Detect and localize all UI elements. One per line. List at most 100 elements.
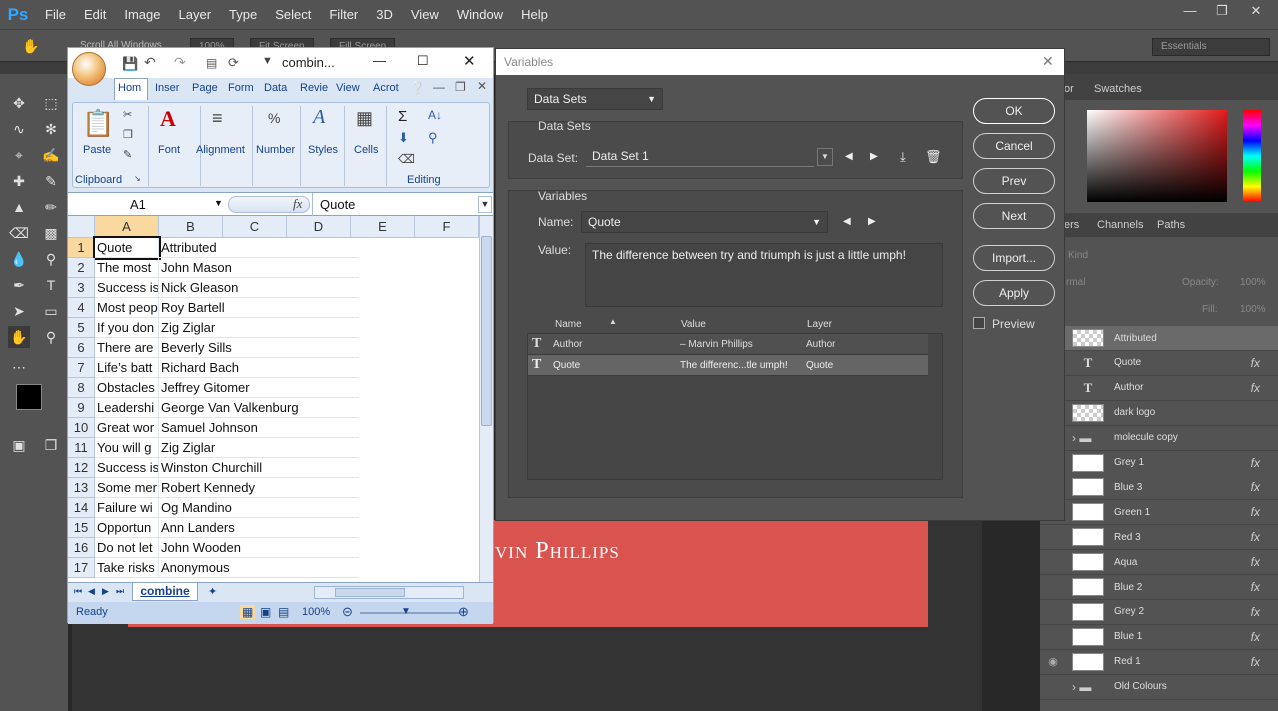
layer-row[interactable]: Blue 1 fx [1040,624,1278,650]
cell-b[interactable]: Og Mandino [159,498,359,518]
preview-checkbox[interactable] [973,317,985,329]
cell-a[interactable]: Success is [95,278,159,298]
row-header[interactable]: 6 [68,338,95,358]
excel-close-icon[interactable]: ✕ [463,52,476,70]
cell-b[interactable]: Attributed [159,238,359,258]
ok-button[interactable]: OK [973,98,1055,124]
menu-help[interactable]: Help [512,0,557,29]
dialog-launcher-icon[interactable]: ↘ [134,174,141,183]
lasso-tool-icon[interactable]: ∿ [8,118,30,140]
layer-name[interactable]: Red 3 [1114,532,1251,543]
col-layer-header[interactable]: Layer [807,319,832,330]
row-header[interactable]: 11 [68,438,95,458]
clear-icon[interactable]: ⌫ [398,152,415,166]
blend-mode-select[interactable]: rmal [1066,277,1085,288]
percent-icon[interactable]: % [268,110,280,126]
cell-b[interactable]: John Mason [159,258,359,278]
cell-b[interactable]: Richard Bach [159,358,359,378]
excel-maximize-icon[interactable]: ☐ [417,53,429,69]
zoom-slider-thumb-icon[interactable]: ▼ [401,606,411,617]
column-header-e[interactable]: E [351,216,415,238]
layer-name[interactable]: Blue 1 [1114,631,1251,642]
layer-name[interactable]: dark logo [1114,407,1278,418]
prev-variable-icon[interactable]: ◀ [843,216,851,227]
swatches-tab[interactable]: Swatches [1094,83,1142,95]
layer-effects-icon[interactable]: fx [1251,505,1260,519]
layer-row[interactable]: Attributed [1040,326,1278,351]
layer-effects-icon[interactable]: fx [1251,630,1260,644]
cell-a[interactable]: Obstacles [95,378,159,398]
layer-effects-icon[interactable]: fx [1251,530,1260,544]
type-tool-icon[interactable]: T [40,274,62,296]
cut-icon[interactable]: ✂ [123,108,132,121]
insert-sheet-icon[interactable]: ✦ [208,585,217,598]
cells-icon[interactable]: ▦ [356,108,373,129]
cell-b[interactable]: George Van Valkenburg [159,398,359,418]
expand-formula-icon[interactable]: ▼ [478,196,492,213]
menu-file[interactable]: File [36,0,75,29]
menu-type[interactable]: Type [220,0,266,29]
redo-icon[interactable]: ↷ [174,54,186,71]
layer-name[interactable]: Aqua [1114,557,1251,568]
layer-effects-icon[interactable]: fx [1251,555,1260,569]
column-header-f[interactable]: F [415,216,479,238]
layer-row[interactable]: dark logo [1040,400,1278,426]
normal-view-icon[interactable]: ▦ [240,605,256,619]
hand-tool-icon[interactable]: ✋ [20,35,42,57]
healing-brush-icon[interactable]: ✚ [8,170,30,192]
data-set-dropdown-icon[interactable]: ▼ [817,148,833,166]
cell-a[interactable]: Leadershi [95,398,159,418]
save-data-set-icon[interactable]: ⤓ [900,149,906,165]
layer-effects-icon[interactable]: fx [1251,605,1260,619]
page-break-view-icon[interactable]: ▤ [278,605,289,619]
col-name-header[interactable]: Name [555,319,582,330]
print-preview-icon[interactable]: ▤ [206,56,217,70]
paste-button[interactable]: Paste [83,144,111,156]
name-box[interactable]: A1 [130,197,146,212]
close-icon[interactable]: ✕ [1240,0,1272,24]
menu-edit[interactable]: Edit [75,0,115,29]
folder-icon[interactable]: › ▬ [1072,680,1104,694]
row-header[interactable]: 17 [68,558,95,578]
prev-button[interactable]: Prev [973,168,1055,194]
menu-layer[interactable]: Layer [170,0,221,29]
layer-row[interactable]: Red 3 fx [1040,525,1278,551]
cell-a[interactable]: Life’s batt [95,358,159,378]
layer-name[interactable]: Author [1114,382,1251,393]
variable-name-select[interactable]: Quote ▼ [581,211,828,233]
pen-tool-icon[interactable]: ✒ [8,274,30,296]
tab-acrobat[interactable]: Acrot [373,82,399,94]
cell-b[interactable]: Zig Ziglar [159,438,359,458]
help-icon[interactable]: ❔ [410,81,425,95]
layer-row[interactable]: ◉ Red 1 fx [1040,649,1278,675]
row-header[interactable]: 7 [68,358,95,378]
layer-name[interactable]: Attributed [1114,333,1278,344]
blur-tool-icon[interactable]: 💧 [8,248,30,270]
paths-tab[interactable]: Paths [1157,219,1185,231]
row-header[interactable]: 16 [68,538,95,558]
next-sheet-icon[interactable]: ▶ [102,586,109,597]
table-row[interactable]: T Author – Marvin Phillips Author [528,334,928,355]
layer-effects-icon[interactable]: fx [1251,356,1260,370]
row-header[interactable]: 15 [68,518,95,538]
workspace-select[interactable]: Essentials [1152,38,1270,56]
sort-filter-icon[interactable]: A↓ [428,108,442,122]
vertical-scroll-thumb[interactable] [481,236,492,426]
row-header[interactable]: 5 [68,318,95,338]
folder-icon[interactable]: › ▬ [1072,431,1104,445]
autosum-icon[interactable]: Σ [398,108,407,125]
cell-b[interactable]: Robert Kennedy [159,478,359,498]
restore-icon[interactable]: ❐ [1206,0,1238,24]
cell-a[interactable]: There are [95,338,159,358]
menu-3d[interactable]: 3D [367,0,402,29]
zoom-in-icon[interactable]: ⊕ [458,604,469,620]
hand-tool-active-icon[interactable]: ✋ [8,326,30,348]
layer-row[interactable]: › ▬ Old Colours [1040,674,1278,700]
layer-name[interactable]: Green 1 [1114,507,1251,518]
layer-kind-filter[interactable]: Kind [1068,250,1088,261]
layer-effects-icon[interactable]: fx [1251,456,1260,470]
color-tab[interactable]: or [1064,83,1074,95]
tab-review[interactable]: Revie [300,82,328,94]
cell-b[interactable]: Beverly Sills [159,338,359,358]
rectangle-tool-icon[interactable]: ▭ [40,300,62,322]
